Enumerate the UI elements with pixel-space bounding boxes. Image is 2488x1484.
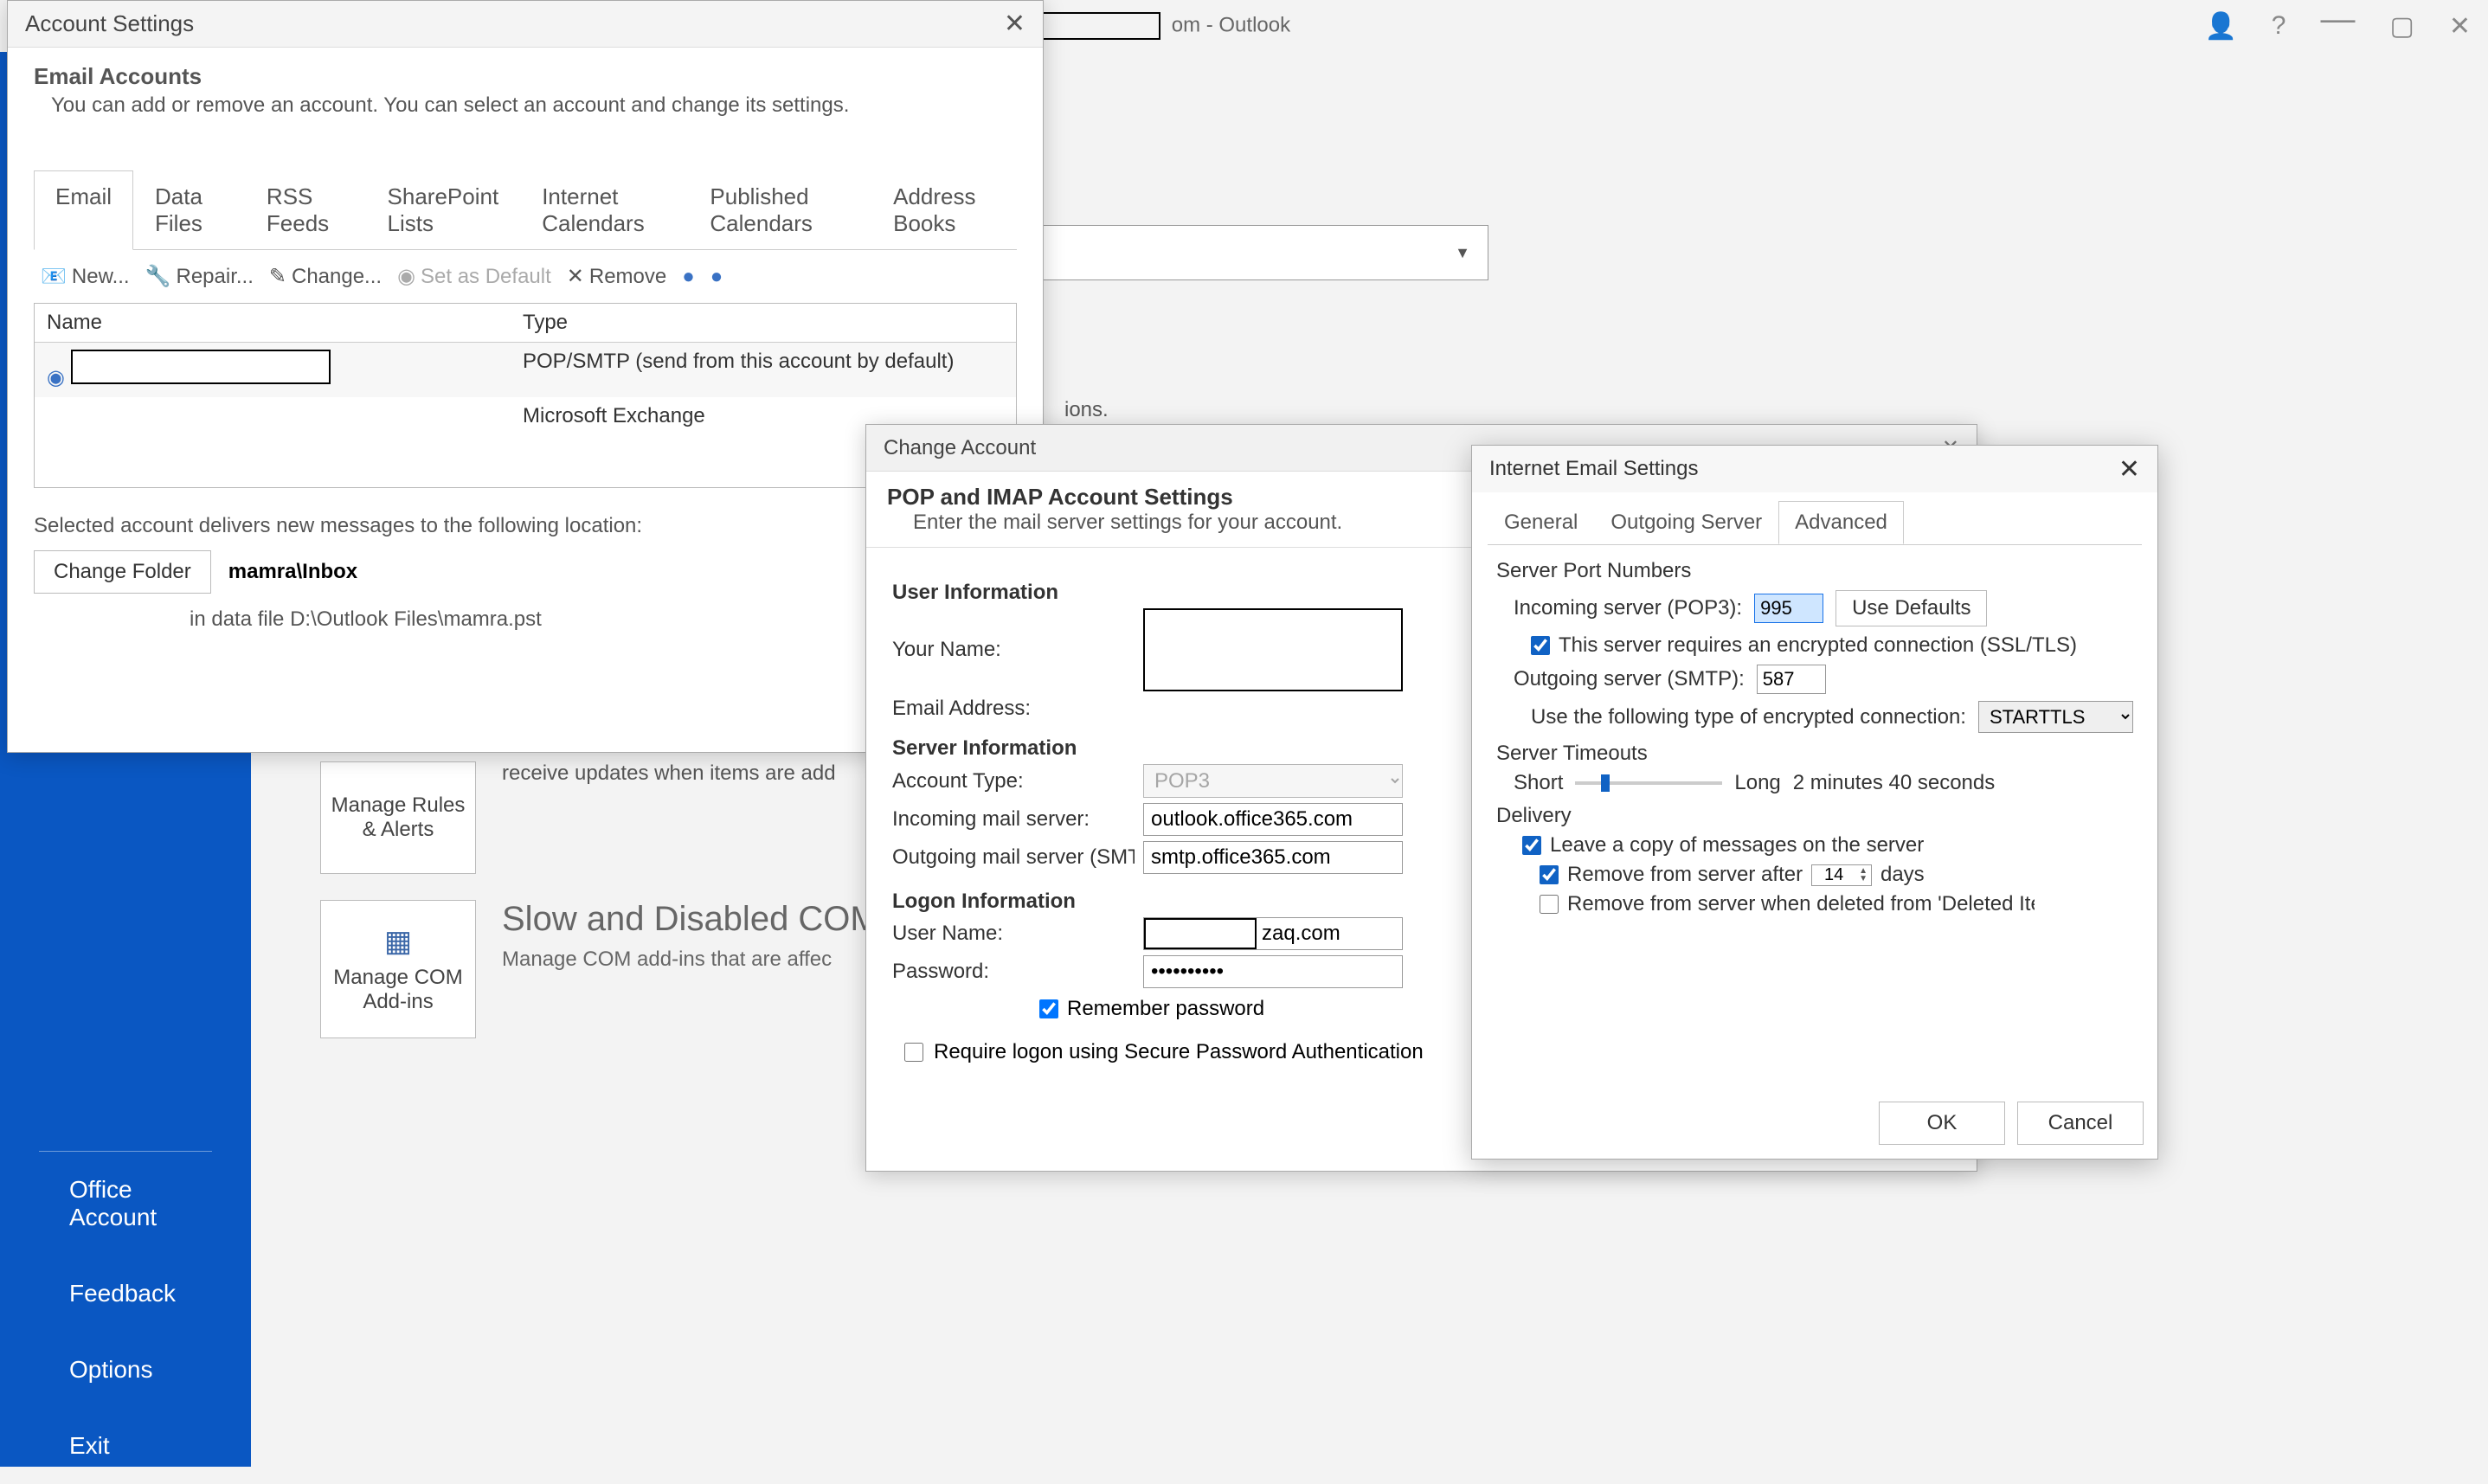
incoming-server-label: Incoming mail server: xyxy=(892,807,1135,832)
remove-deleted-checkbox[interactable] xyxy=(1540,895,1559,914)
long-label: Long xyxy=(1734,771,1780,795)
table-row[interactable]: ◉ POP/SMTP (send from this account by de… xyxy=(35,343,1016,397)
timeout-value: 2 minutes 40 seconds xyxy=(1793,771,1995,795)
tab-published-cal[interactable]: Published Calendars xyxy=(688,170,871,250)
incoming-port-input[interactable] xyxy=(1754,594,1823,623)
change-account-button[interactable]: ✎ Change... xyxy=(269,264,382,289)
dialog-title: Account Settings xyxy=(25,10,194,37)
outgoing-server-input[interactable] xyxy=(1143,841,1403,874)
sidebar-exit[interactable]: Exit xyxy=(0,1408,251,1484)
account-type-label: Account Type: xyxy=(892,769,1135,793)
server-ports-label: Server Port Numbers xyxy=(1496,559,2133,583)
account-name-redacted xyxy=(71,350,331,384)
col-header-name: Name xyxy=(35,304,511,342)
move-up-button[interactable]: ● xyxy=(682,264,695,289)
repair-account-button[interactable]: 🔧 Repair... xyxy=(145,264,254,289)
rules-desc: receive updates when items are add xyxy=(502,761,836,786)
move-down-button[interactable]: ● xyxy=(710,264,723,289)
password-input[interactable] xyxy=(1143,955,1403,988)
email-label: Email Address: xyxy=(892,697,1135,721)
remove-after-checkbox[interactable] xyxy=(1540,865,1559,884)
minimize-icon[interactable]: — xyxy=(2320,0,2355,39)
close-icon[interactable]: ✕ xyxy=(2118,454,2140,485)
outgoing-server-label: Outgoing mail server (SMTP): xyxy=(892,845,1135,870)
spa-label: Require logon using Secure Password Auth… xyxy=(934,1040,1424,1064)
ssl-checkbox[interactable] xyxy=(1531,636,1550,655)
slider-thumb[interactable] xyxy=(1601,774,1610,792)
leave-copy-label: Leave a copy of messages on the server xyxy=(1550,833,1924,858)
sidebar-feedback[interactable]: Feedback xyxy=(0,1256,251,1332)
tab-internet-cal[interactable]: Internet Calendars xyxy=(520,170,688,250)
delivery-label: Delivery xyxy=(1496,804,2133,826)
remove-days-input[interactable] xyxy=(1812,865,1855,885)
account-toolbar: 📧 New... 🔧 Repair... ✎ Change... ◉ Set a… xyxy=(34,250,1017,303)
outgoing-port-input[interactable] xyxy=(1757,665,1826,694)
remember-password-label: Remember password xyxy=(1067,997,1264,1021)
remember-password-checkbox[interactable] xyxy=(1039,999,1058,1018)
tab-rss[interactable]: RSS Feeds xyxy=(245,170,366,250)
tab-address-books[interactable]: Address Books xyxy=(871,170,1017,250)
internet-email-settings-dialog: Internet Email Settings ✕ General Outgoi… xyxy=(1471,445,2158,1160)
new-account-button[interactable]: 📧 New... xyxy=(41,264,130,289)
tab-data-files[interactable]: Data Files xyxy=(133,170,245,250)
tab-advanced[interactable]: Advanced xyxy=(1778,501,1904,544)
use-defaults-button[interactable]: Use Defaults xyxy=(1835,590,1987,626)
account-tabs: Email Data Files RSS Feeds SharePoint Li… xyxy=(34,170,1017,250)
remove-account-button[interactable]: ✕ Remove xyxy=(567,264,666,289)
enc-type-select[interactable]: STARTTLS xyxy=(1978,701,2133,733)
enc-type-label: Use the following type of encrypted conn… xyxy=(1531,705,1966,729)
leave-copy-checkbox[interactable] xyxy=(1522,836,1541,855)
days-label: days xyxy=(1880,863,1925,887)
remove-days-spinner[interactable]: ▲▼ xyxy=(1811,864,1872,886)
ok-button[interactable]: OK xyxy=(1879,1102,2005,1145)
set-default-button: ◉ Set as Default xyxy=(397,264,551,289)
email-accounts-heading: Email Accounts xyxy=(34,63,1017,90)
user-name-label: User Name: xyxy=(892,922,1135,946)
timeouts-label: Server Timeouts xyxy=(1496,742,2133,764)
incoming-server-input[interactable] xyxy=(1143,803,1403,836)
dialog-title: Change Account xyxy=(884,436,1036,460)
user-name-redacted xyxy=(1144,918,1257,949)
truncated-text: ions. xyxy=(1064,398,1109,422)
manage-com-addins-tile[interactable]: ▦ Manage COM Add-ins xyxy=(320,900,476,1038)
timeout-slider[interactable] xyxy=(1575,781,1722,785)
email-accounts-sub: You can add or remove an account. You ca… xyxy=(34,90,1017,118)
close-window-icon[interactable]: ✕ xyxy=(2449,11,2471,42)
ssl-label: This server requires an encrypted connec… xyxy=(1559,633,2077,658)
maximize-icon[interactable]: ▢ xyxy=(2389,11,2414,42)
tab-general[interactable]: General xyxy=(1488,501,1594,544)
coming-soon-icon[interactable]: 👤 xyxy=(2204,11,2236,42)
tab-email[interactable]: Email xyxy=(34,170,133,250)
password-label: Password: xyxy=(892,960,1135,984)
addins-icon: ▦ xyxy=(384,924,412,959)
remove-deleted-label: Remove from server when deleted from 'De… xyxy=(1567,892,2035,916)
cancel-button[interactable]: Cancel xyxy=(2017,1102,2144,1145)
account-type-select: POP3 xyxy=(1143,764,1403,798)
chevron-down-icon: ▼ xyxy=(1455,244,1470,262)
sidebar-office-account[interactable]: Office Account xyxy=(0,1152,251,1256)
col-header-type: Type xyxy=(511,304,1016,342)
manage-rules-tile[interactable]: Manage Rules & Alerts xyxy=(320,761,476,874)
spa-checkbox[interactable] xyxy=(904,1043,923,1062)
your-name-field[interactable] xyxy=(1143,608,1403,691)
short-label: Short xyxy=(1514,771,1563,795)
tab-sharepoint[interactable]: SharePoint Lists xyxy=(366,170,521,250)
sidebar-options[interactable]: Options xyxy=(0,1332,251,1408)
close-icon[interactable]: ✕ xyxy=(1004,9,1025,39)
remove-after-label: Remove from server after xyxy=(1567,863,1803,887)
change-folder-button[interactable]: Change Folder xyxy=(34,550,211,594)
slow-heading: Slow and Disabled COM xyxy=(502,900,879,939)
help-icon[interactable]: ? xyxy=(2272,11,2286,41)
slow-desc: Manage COM add-ins that are affec xyxy=(502,948,879,972)
incoming-port-label: Incoming server (POP3): xyxy=(1514,596,1742,620)
your-name-label: Your Name: xyxy=(892,638,1135,662)
user-name-suffix: zaq.com xyxy=(1257,922,1346,946)
dialog-title: Internet Email Settings xyxy=(1489,457,1698,481)
outgoing-port-label: Outgoing server (SMTP): xyxy=(1514,667,1745,691)
tab-outgoing-server[interactable]: Outgoing Server xyxy=(1594,501,1778,544)
folder-name: mamra\Inbox xyxy=(228,560,357,584)
